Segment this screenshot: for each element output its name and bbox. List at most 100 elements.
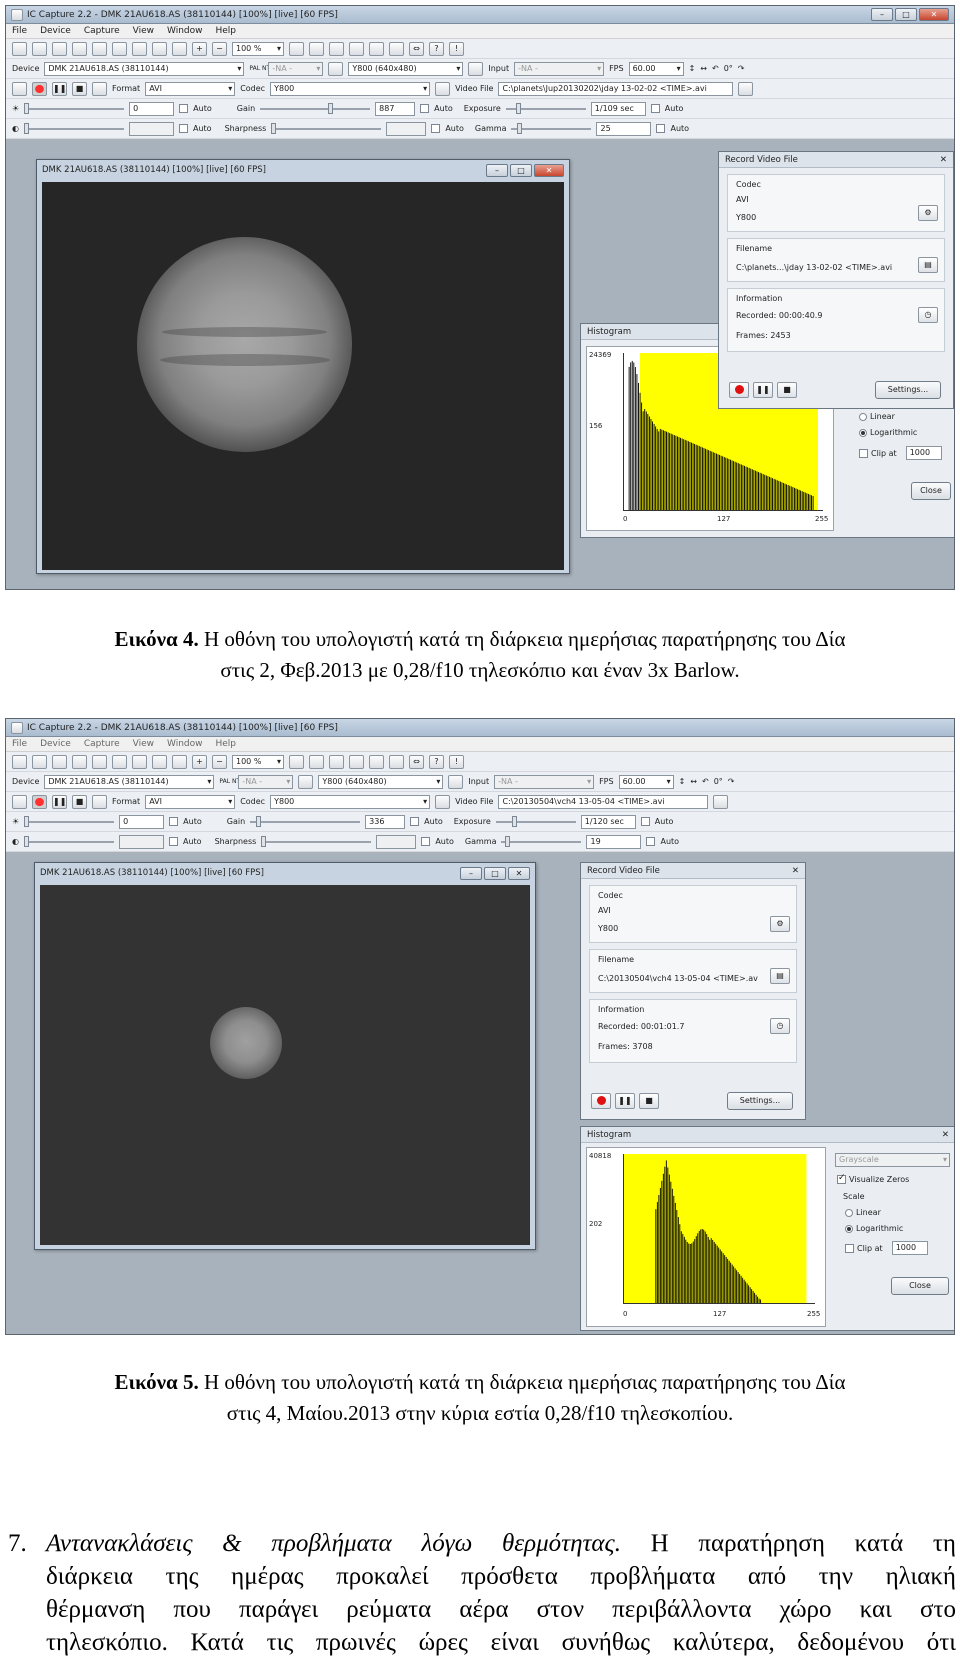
gain-slider[interactable] (260, 102, 371, 114)
exposure-auto-checkbox-2[interactable] (640, 817, 650, 826)
grid-icon[interactable] (152, 41, 167, 56)
contrast-slider[interactable] (23, 122, 124, 134)
log-radio[interactable] (859, 428, 867, 437)
record-close-icon-2[interactable]: ✕ (792, 866, 799, 876)
exposure-auto-checkbox[interactable] (650, 104, 660, 113)
flip-horizontal-icon-2[interactable]: ↔ (690, 777, 697, 786)
zoom-select[interactable]: 100 % (232, 41, 284, 56)
rotation-value[interactable]: 0° (724, 64, 733, 73)
pause-icon[interactable]: ❚❚ (52, 81, 67, 96)
rotate-right-icon-2[interactable]: ↷ (728, 777, 735, 786)
codec-props-icon[interactable] (435, 81, 451, 96)
capture-mode-icon[interactable] (12, 81, 27, 96)
record-stop-icon[interactable]: ■ (777, 382, 797, 398)
zoom-out-icon[interactable]: − (212, 41, 227, 56)
clock-icon-2[interactable]: ◷ (770, 1018, 790, 1034)
snapshot-icon-2[interactable] (72, 754, 87, 769)
contrast-value-2[interactable] (118, 834, 164, 849)
contrast-auto-checkbox-2[interactable] (168, 837, 178, 846)
menu-help[interactable]: Help (216, 26, 237, 36)
scale-linear-option[interactable]: Linear (859, 412, 895, 421)
record-close-icon[interactable]: ✕ (940, 155, 947, 165)
menu-capture[interactable]: Capture (84, 26, 120, 36)
input-select[interactable]: -NA - (514, 61, 605, 76)
histogram-icon-2[interactable] (92, 754, 107, 769)
clip-option[interactable]: Clip at 1000 (859, 446, 942, 460)
brightness-auto-checkbox-2[interactable] (169, 817, 179, 826)
codec-settings-icon-2[interactable]: ⚙ (770, 916, 790, 932)
frame2-icon-2[interactable] (329, 754, 344, 769)
sharpness-auto-checkbox-2[interactable] (421, 837, 431, 846)
record-icon[interactable] (32, 81, 47, 96)
grid-select-icon-2[interactable] (448, 774, 464, 789)
frame5-icon-2[interactable] (389, 754, 404, 769)
gain-value[interactable]: 887 (375, 101, 416, 116)
preview-maximize-icon[interactable]: □ (510, 163, 532, 177)
codec-select[interactable]: Y800 (270, 81, 431, 96)
preview-titlebar-2[interactable]: DMK 21AU618.AS (38110144) [100%] [live] … (35, 863, 535, 883)
codec-select-2[interactable]: Y800 (270, 794, 431, 809)
bulb-icon[interactable]: ! (449, 41, 464, 56)
film-icon[interactable] (92, 81, 107, 96)
maximize-icon[interactable]: □ (895, 8, 917, 21)
capture-icon-2[interactable] (52, 754, 67, 769)
filename-browse-icon[interactable]: ▤ (918, 257, 938, 273)
visualize-zeros-option[interactable]: Visualize Zeros (837, 1173, 909, 1184)
new-icon-2[interactable] (12, 754, 27, 769)
record-titlebar[interactable]: Record Video File ✕ (719, 152, 953, 168)
overlay-icon-2[interactable] (132, 754, 147, 769)
brightness-value[interactable]: 0 (129, 101, 175, 116)
record-start-icon[interactable] (729, 382, 749, 398)
brightness-slider-2[interactable] (24, 815, 115, 827)
record-icon-2[interactable] (32, 794, 47, 809)
gain-auto-checkbox[interactable] (420, 104, 430, 113)
gain-slider-2[interactable] (250, 815, 361, 827)
sharpness-value[interactable] (386, 121, 427, 136)
trigger-icon-2[interactable] (112, 754, 127, 769)
menu-window-2[interactable]: Window (167, 739, 203, 749)
sharpness-slider[interactable] (271, 122, 382, 134)
grid-icon-2[interactable] (152, 754, 167, 769)
exposure-value-2[interactable]: 1/120 sec (580, 814, 636, 829)
stop-icon[interactable]: ■ (72, 81, 87, 96)
brightness-auto-checkbox[interactable] (179, 104, 189, 113)
preview-close-icon[interactable]: ✕ (534, 163, 564, 177)
sharpness-value-2[interactable] (376, 834, 417, 849)
menu-file[interactable]: File (12, 26, 27, 36)
video-format-select[interactable]: Y800 (640x480) (348, 61, 464, 76)
brightness-value-2[interactable]: 0 (119, 814, 165, 829)
menu-help-2[interactable]: Help (216, 739, 237, 749)
zoom-in-icon[interactable]: + (192, 41, 207, 56)
histogram-close-button-2[interactable]: Close (891, 1277, 949, 1295)
video-file-input-2[interactable]: C:\20130504\vch4 13-05-04 <TIME>.avi (498, 794, 709, 809)
rotation-value-2[interactable]: 0° (714, 777, 723, 786)
flip-vertical-icon[interactable]: ↕ (689, 64, 696, 73)
rotate-icon-2[interactable]: ↶ (702, 777, 709, 786)
fps-select[interactable]: 60.00 (628, 61, 684, 76)
browse-icon[interactable] (738, 81, 754, 96)
record-pause-icon[interactable]: ❚❚ (753, 382, 773, 398)
roi-icon-2[interactable] (289, 754, 304, 769)
rotate-right-icon[interactable]: ↷ (738, 64, 745, 73)
pause-icon-2[interactable]: ❚❚ (52, 794, 67, 809)
grayscale-select[interactable]: Grayscale (835, 1153, 950, 1167)
menu-view[interactable]: View (133, 26, 154, 36)
menu-device-2[interactable]: Device (40, 739, 71, 749)
gamma-slider-2[interactable] (501, 835, 582, 847)
gain-auto-checkbox-2[interactable] (410, 817, 420, 826)
format-select-2[interactable]: AVI (145, 794, 236, 809)
gamma-value[interactable]: 25 (596, 121, 652, 136)
linear-radio[interactable] (859, 412, 867, 421)
device-select-2[interactable]: DMK 21AU618.AS (38110144) (44, 774, 215, 789)
preview-close-icon-2[interactable]: ✕ (508, 866, 530, 880)
preview-maximize-icon-2[interactable]: □ (484, 866, 506, 880)
flip-vertical-icon-2[interactable]: ↕ (679, 777, 686, 786)
grid-select-icon[interactable] (468, 61, 484, 76)
zoom-select-2[interactable]: 100 % (232, 754, 284, 769)
arrows-icon-2[interactable]: ⇔ (409, 754, 424, 769)
arrows-icon[interactable]: ⇔ (409, 41, 424, 56)
preview-minimize-icon-2[interactable]: – (460, 866, 482, 880)
histogram-close-icon-2[interactable]: ✕ (942, 1130, 949, 1140)
snapshot-icon[interactable] (72, 41, 87, 56)
zoom-in-icon-2[interactable]: + (192, 754, 207, 769)
